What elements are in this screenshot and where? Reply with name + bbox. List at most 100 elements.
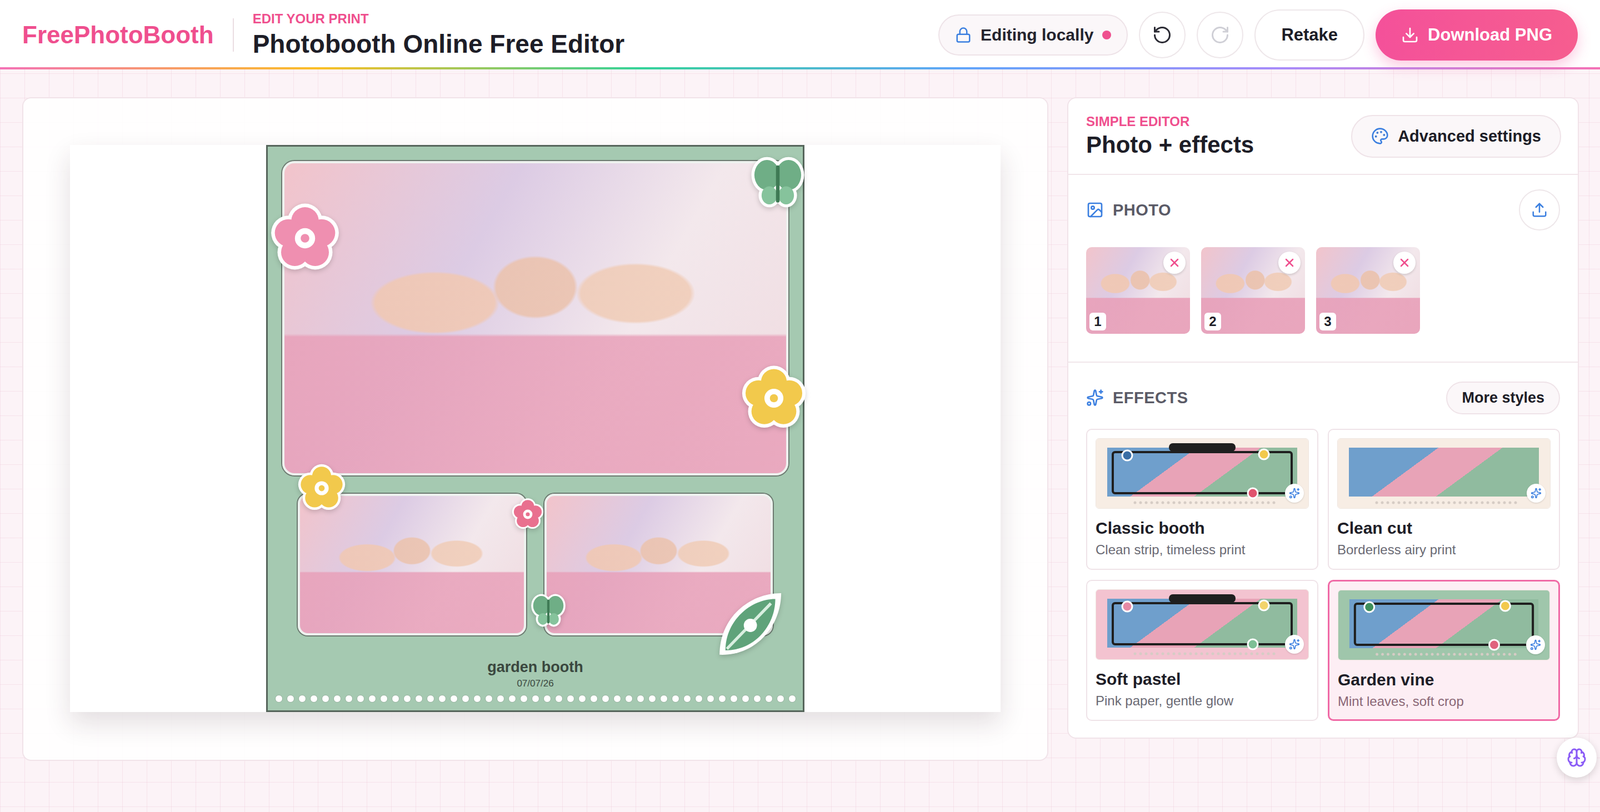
effect-description: Borderless airy print — [1337, 542, 1551, 558]
palette-icon — [1371, 127, 1389, 145]
perforation-dot — [765, 695, 773, 703]
perforation-dot — [368, 695, 377, 703]
butterfly-sticker[interactable] — [747, 152, 808, 213]
remove-photo-button[interactable] — [1163, 251, 1186, 274]
effect-preview — [1095, 438, 1309, 509]
perforation-dot — [718, 695, 727, 703]
brain-icon — [1566, 747, 1587, 768]
status-pill: Editing locally — [938, 14, 1128, 56]
effect-preview-drawing — [1338, 590, 1550, 661]
perforation-dot — [520, 695, 528, 703]
photo-slot[interactable] — [297, 493, 527, 636]
effect-name: Clean cut — [1337, 518, 1551, 538]
perforation-dot — [543, 695, 552, 703]
perforation-dot — [333, 695, 342, 703]
perforation-dot — [485, 695, 493, 703]
perforation-dot — [683, 695, 692, 703]
sparkle-icon — [1288, 638, 1300, 650]
print-canvas: garden booth07/07/26 — [70, 145, 1001, 713]
effect-card[interactable]: Classic booth Clean strip, timeless print — [1086, 428, 1319, 570]
effect-grid: Classic booth Clean strip, timeless print… — [1086, 428, 1560, 722]
title-block: EDIT YOUR PRINTPhotobooth Online Free Ed… — [252, 11, 625, 59]
perforation-dot — [695, 695, 703, 703]
leaf-sticker[interactable] — [712, 588, 786, 663]
preview-panel: garden booth07/07/26 — [22, 97, 1049, 762]
undo-button[interactable] — [1138, 11, 1186, 59]
editor-panel: SIMPLE EDITORPhoto + effects Advanced set… — [1067, 97, 1579, 739]
effect-description: Clean strip, timeless print — [1095, 542, 1309, 558]
close-icon — [1167, 256, 1182, 270]
yellow-flower-sticker[interactable] — [740, 364, 808, 433]
close-icon — [1397, 256, 1412, 270]
remove-photo-button[interactable] — [1393, 251, 1416, 274]
more-styles-button[interactable]: More styles — [1446, 381, 1560, 415]
sparkle-icon — [1288, 487, 1300, 499]
perforation-dot — [286, 695, 295, 703]
status-label: Editing locally — [980, 25, 1094, 45]
effect-card[interactable]: Soft pastelPink paper, gentle glow — [1086, 580, 1319, 722]
photo-section: PHOTO 12 3 — [1068, 175, 1578, 363]
logo[interactable]: FreePhotoBooth — [22, 21, 214, 49]
workspace: garden booth07/07/26 SIMPLE EDITORPhoto +… — [0, 69, 1600, 784]
perforation-dot — [345, 695, 353, 703]
header-divider — [232, 18, 234, 52]
perforation-dot — [776, 695, 785, 703]
advanced-settings-button[interactable]: Advanced settings — [1351, 115, 1562, 158]
butterfly-sticker[interactable] — [528, 591, 568, 630]
yellow-flower-sticker[interactable] — [296, 463, 347, 514]
perforation-dot — [298, 695, 307, 703]
perforation-dot — [473, 695, 482, 703]
photo-thumbnail[interactable]: 1 — [1086, 247, 1190, 334]
effect-name: Classic booth — [1095, 518, 1309, 538]
perforation-dot — [310, 695, 318, 703]
download-icon — [1401, 26, 1419, 44]
thumbnail-number: 3 — [1319, 312, 1337, 331]
effect-preview-drawing — [1096, 590, 1309, 660]
section-head: EFFECTSMore styles — [1086, 377, 1560, 419]
perforation-dot — [508, 695, 517, 703]
thumbnail-number: 2 — [1204, 312, 1222, 331]
photo-thumbnail[interactable]: 3 — [1316, 247, 1420, 334]
perforation-dot — [578, 695, 587, 703]
pink-flower-sticker[interactable] — [268, 202, 342, 275]
effect-preview — [1337, 438, 1551, 509]
perforation-dot — [625, 695, 633, 703]
sparkle-icon — [1530, 639, 1542, 651]
page-title: Photobooth Online Free Editor — [252, 28, 625, 59]
editor-header: SIMPLE EDITORPhoto + effects Advanced set… — [1068, 98, 1578, 175]
sparkle-icon — [1530, 487, 1542, 499]
ai-badge — [1285, 635, 1304, 654]
photo-thumbnail[interactable]: 2 — [1201, 247, 1305, 334]
retake-button[interactable]: Retake — [1254, 9, 1365, 61]
effect-preview-drawing — [1337, 438, 1550, 509]
effect-description: Pink paper, gentle glow — [1095, 693, 1309, 709]
perforation-dot — [753, 695, 762, 703]
assistant-button[interactable] — [1556, 737, 1597, 778]
photo-slot[interactable] — [282, 161, 789, 476]
print-date: 07/07/26 — [516, 678, 554, 690]
effect-card[interactable]: Garden vineMint leaves, soft crop — [1327, 580, 1560, 722]
upload-button[interactable] — [1518, 189, 1560, 231]
perforation-dot — [788, 695, 797, 703]
perforation-dot — [590, 695, 598, 703]
effect-card[interactable]: Clean cut Borderless airy print — [1327, 428, 1560, 570]
download-button[interactable]: Download PNG — [1375, 9, 1578, 61]
section-label: PHOTO — [1112, 201, 1172, 220]
perforation-dot — [636, 695, 645, 703]
editor-title: Photo + effects — [1086, 131, 1254, 159]
sparkles-icon — [1086, 388, 1104, 407]
perforation-dot — [613, 695, 622, 703]
perforation-row — [275, 695, 797, 703]
perforation-dot — [671, 695, 680, 703]
remove-photo-button[interactable] — [1278, 251, 1301, 274]
top-bar: FreePhotoBooth EDIT YOUR PRINTPhotobooth … — [0, 0, 1600, 70]
editor-eyebrow: SIMPLE EDITOR — [1086, 113, 1254, 130]
redo-button[interactable] — [1196, 11, 1244, 59]
perforation-dot — [741, 695, 750, 703]
perforation-dot — [555, 695, 563, 703]
perforation-dot — [391, 695, 400, 703]
perforation-dot — [601, 695, 610, 703]
effects-section: EFFECTSMore styles Classic booth Clean str… — [1068, 362, 1578, 738]
perforation-dot — [648, 695, 657, 703]
pink-flower-sticker[interactable] — [511, 497, 545, 532]
